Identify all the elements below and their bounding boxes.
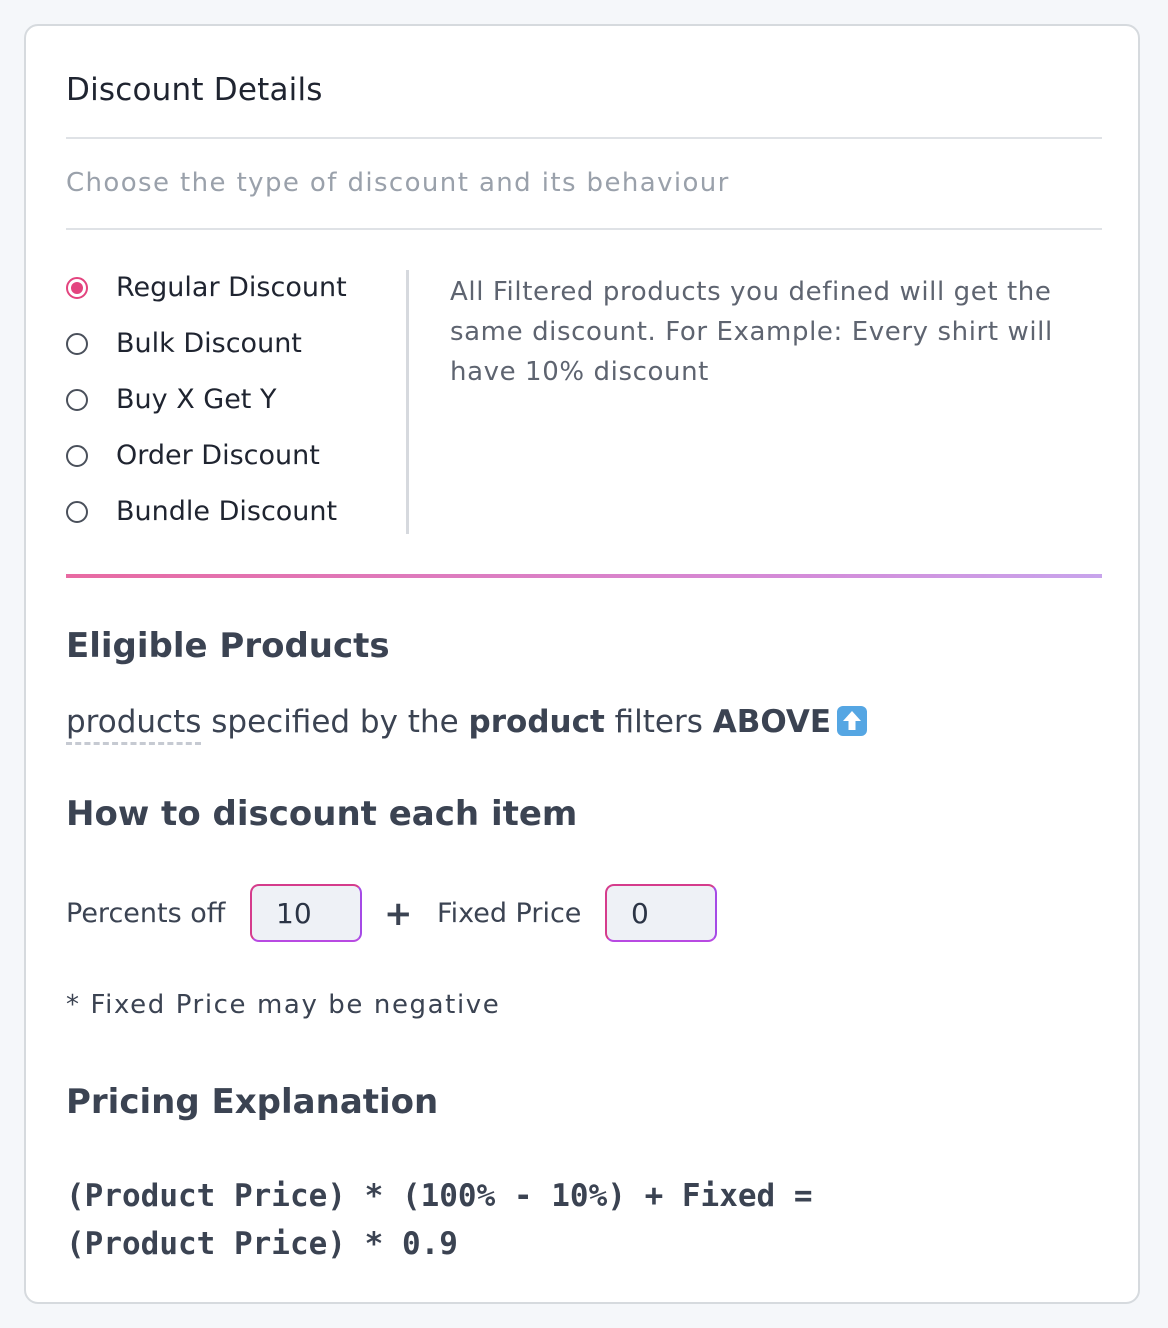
pricing-formula: (Product Price) * (100% - 10%) + Fixed =… xyxy=(66,1172,813,1268)
radio-bulk-discount[interactable]: Bulk Discount xyxy=(66,328,386,368)
radio-button[interactable] xyxy=(66,333,88,355)
eligible-text-part: specified by the xyxy=(201,704,469,740)
eligible-text-bold: product xyxy=(468,704,605,740)
radio-button-checked[interactable] xyxy=(66,277,88,299)
eligible-products-text: products specified by the product filter… xyxy=(66,704,868,745)
radio-button[interactable] xyxy=(66,389,88,411)
fixed-price-input[interactable] xyxy=(605,884,717,942)
radio-bundle-discount[interactable]: Bundle Discount xyxy=(66,496,386,536)
formula-line: (Product Price) * 0.9 xyxy=(66,1226,458,1262)
radio-regular-discount[interactable]: Regular Discount xyxy=(66,272,386,312)
panel-subtitle: Choose the type of discount and its beha… xyxy=(66,168,730,198)
divider xyxy=(66,137,1102,139)
percents-off-input[interactable] xyxy=(250,884,362,942)
percents-off-label: Percents off xyxy=(66,898,226,929)
plus-sign: + xyxy=(384,894,413,934)
eligible-text-bold: ABOVE xyxy=(712,704,832,740)
pricing-explanation-heading: Pricing Explanation xyxy=(66,1082,439,1122)
divider xyxy=(66,228,1102,230)
fixed-price-label: Fixed Price xyxy=(437,898,582,929)
radio-label: Order Discount xyxy=(116,440,320,471)
fixed-price-note: * Fixed Price may be negative xyxy=(66,990,501,1020)
products-tooltip-trigger[interactable]: products xyxy=(66,704,202,745)
radio-buy-x-get-y[interactable]: Buy X Get Y xyxy=(66,384,386,424)
radio-button[interactable] xyxy=(66,445,88,467)
radio-label: Bulk Discount xyxy=(116,328,302,359)
radio-label: Buy X Get Y xyxy=(116,384,277,415)
panel-title: Discount Details xyxy=(66,72,323,108)
radio-button[interactable] xyxy=(66,501,88,523)
radio-label: Regular Discount xyxy=(116,272,347,303)
vertical-divider xyxy=(406,270,409,534)
discount-details-card: Discount Details Choose the type of disc… xyxy=(24,24,1140,1304)
radio-order-discount[interactable]: Order Discount xyxy=(66,440,386,480)
formula-line: (Product Price) * (100% - 10%) + Fixed = xyxy=(66,1178,813,1214)
eligible-products-heading: Eligible Products xyxy=(66,626,390,666)
up-arrow-icon xyxy=(837,706,868,736)
eligible-text-part: filters xyxy=(604,704,713,740)
gradient-divider xyxy=(66,574,1102,578)
discount-type-description: All Filtered products you defined will g… xyxy=(450,277,1053,387)
radio-label: Bundle Discount xyxy=(116,496,338,527)
how-to-discount-heading: How to discount each item xyxy=(66,794,578,834)
